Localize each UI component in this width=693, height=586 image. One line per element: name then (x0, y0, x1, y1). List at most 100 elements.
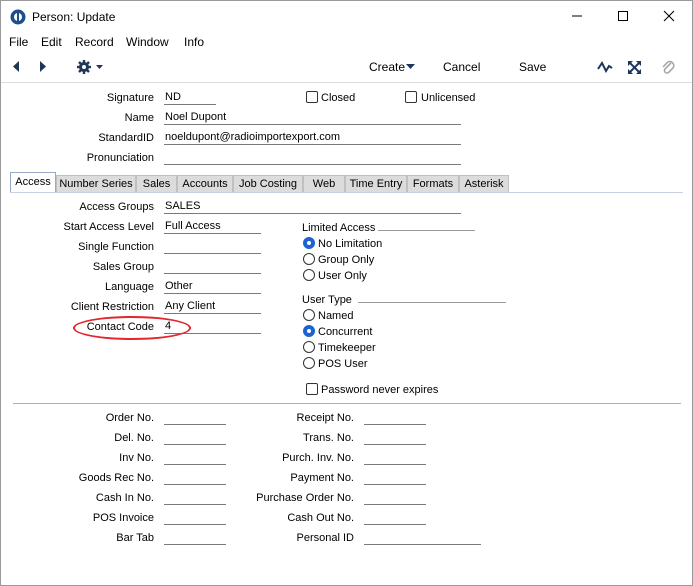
radio-concurrent[interactable] (303, 325, 315, 337)
menu-record[interactable]: Record (75, 35, 114, 49)
purchase-order-no-label: Purchase Order No. (256, 492, 354, 504)
radio-group-only[interactable] (303, 253, 315, 265)
payment-no-field[interactable] (364, 470, 426, 485)
cash-out-no-label: Cash Out No. (287, 512, 354, 524)
tab-time-entry[interactable]: Time Entry (345, 175, 407, 193)
trans-no-field[interactable] (364, 430, 426, 445)
signature-label: Signature (106, 92, 154, 104)
cash-in-no-label: Cash In No. (95, 492, 154, 504)
save-button[interactable]: Save (519, 60, 546, 74)
del-no-label: Del. No. (114, 432, 154, 444)
close-button[interactable] (646, 5, 692, 29)
menu-window[interactable]: Window (126, 35, 169, 49)
app-logo-icon (10, 9, 26, 25)
language-field[interactable]: Other (164, 279, 261, 294)
limited-access-rule (378, 230, 475, 231)
menu-info[interactable]: Info (184, 35, 204, 49)
access-groups-field[interactable]: SALES (164, 199, 461, 214)
tab-web[interactable]: Web (303, 175, 345, 193)
user-type-title: User Type (302, 294, 352, 306)
named-label: Named (318, 310, 354, 322)
goods-rec-no-field[interactable] (164, 470, 226, 485)
bar-tab-field[interactable] (164, 530, 226, 545)
attachment-paperclip-icon[interactable] (661, 59, 675, 76)
minimize-button[interactable] (554, 5, 600, 29)
menu-file[interactable]: File (9, 35, 28, 49)
limited-access-title: Limited Access (302, 222, 376, 234)
radio-timekeeper[interactable] (303, 341, 315, 353)
tab-underline (10, 192, 683, 193)
user-only-label: User Only (318, 270, 367, 282)
sales-group-label: Sales Group (92, 261, 154, 273)
del-no-field[interactable] (164, 430, 226, 445)
group-only-label: Group Only (318, 254, 375, 266)
menu-edit[interactable]: Edit (41, 35, 62, 49)
create-button[interactable]: Create (369, 60, 405, 74)
payment-no-label: Payment No. (290, 472, 354, 484)
standardid-field[interactable]: noeldupont@radioimportexport.com (164, 130, 461, 145)
personal-id-field[interactable] (364, 530, 481, 545)
name-field[interactable]: Noel Dupont (164, 110, 461, 125)
pos-user-label: POS User (318, 358, 368, 370)
radio-pos-user[interactable] (303, 357, 315, 369)
tab-access[interactable]: Access (10, 172, 56, 193)
toolbar: Create Cancel Save (1, 51, 692, 83)
start-access-level-label: Start Access Level (63, 221, 155, 233)
purch-inv-no-field[interactable] (364, 450, 426, 465)
close-icon (663, 10, 675, 22)
tab-number-series[interactable]: Number Series (56, 175, 136, 193)
pos-invoice-label: POS Invoice (92, 512, 154, 524)
language-label: Language (105, 281, 154, 293)
tab-formats[interactable]: Formats (407, 175, 459, 193)
next-record-icon[interactable] (38, 60, 48, 73)
previous-record-icon[interactable] (11, 60, 21, 73)
radio-user-only[interactable] (303, 269, 315, 281)
inv-no-label: Inv No. (119, 452, 154, 464)
purch-inv-no-label: Purch. Inv. No. (282, 452, 354, 464)
activity-pulse-icon[interactable] (597, 61, 613, 73)
goods-rec-no-label: Goods Rec No. (78, 472, 154, 484)
standardid-label: StandardID (98, 132, 154, 144)
client-restriction-field[interactable]: Any Client (164, 299, 261, 314)
maximize-icon (618, 11, 628, 21)
radio-named[interactable] (303, 309, 315, 321)
minimize-icon (572, 15, 582, 17)
concurrent-label: Concurrent (318, 326, 373, 338)
start-access-level-field[interactable]: Full Access (164, 219, 261, 234)
expand-icon[interactable] (627, 60, 642, 75)
cash-in-no-field[interactable] (164, 490, 226, 505)
settings-gear-icon[interactable] (76, 59, 106, 75)
signature-field[interactable]: ND (164, 90, 216, 105)
timekeeper-label: Timekeeper (318, 342, 376, 354)
contact-code-highlight-ellipse (73, 316, 191, 340)
password-never-expires-checkbox[interactable] (306, 383, 318, 395)
maximize-button[interactable] (600, 5, 646, 29)
inv-no-field[interactable] (164, 450, 226, 465)
purchase-order-no-field[interactable] (364, 490, 426, 505)
pos-invoice-field[interactable] (164, 510, 226, 525)
menu-bar: File Edit Record Window Info (1, 33, 692, 51)
create-dropdown-icon[interactable] (406, 64, 415, 70)
tab-accounts[interactable]: Accounts (177, 175, 233, 193)
bar-tab-label: Bar Tab (116, 532, 154, 544)
tab-sales[interactable]: Sales (136, 175, 177, 193)
name-label: Name (124, 112, 154, 124)
tab-job-costing[interactable]: Job Costing (233, 175, 303, 193)
unlicensed-label: Unlicensed (421, 92, 476, 104)
tab-asterisk[interactable]: Asterisk (459, 175, 509, 193)
no-limitation-label: No Limitation (318, 238, 383, 250)
closed-checkbox[interactable] (306, 91, 318, 103)
order-no-field[interactable] (164, 410, 226, 425)
single-function-field[interactable] (164, 239, 261, 254)
radio-no-limitation[interactable] (303, 237, 315, 249)
unlicensed-checkbox[interactable] (405, 91, 417, 103)
window-title: Person: Update (32, 10, 116, 24)
cash-out-no-field[interactable] (364, 510, 426, 525)
pronunciation-field[interactable] (164, 150, 461, 165)
closed-label: Closed (321, 92, 356, 104)
title-bar: Person: Update (1, 1, 692, 33)
cancel-button[interactable]: Cancel (443, 60, 480, 74)
sales-group-field[interactable] (164, 259, 261, 274)
receipt-no-label: Receipt No. (296, 412, 354, 424)
receipt-no-field[interactable] (364, 410, 426, 425)
